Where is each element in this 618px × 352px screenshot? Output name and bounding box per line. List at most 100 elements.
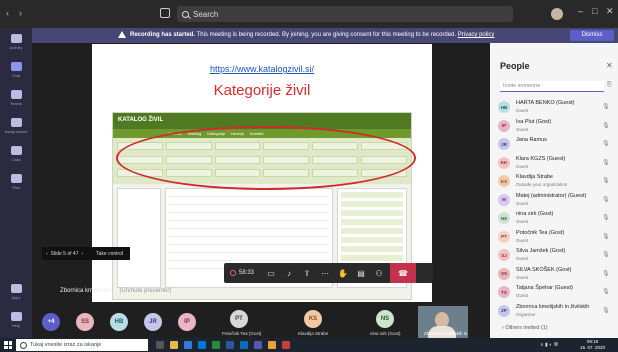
- participant-name: Silva Jamšek (Gost): [516, 248, 566, 254]
- list-item: [169, 245, 329, 253]
- banner-strong: Recording has started.: [130, 32, 196, 38]
- participant-avatar: TS: [498, 286, 510, 298]
- chat-icon[interactable]: ▤: [352, 263, 370, 283]
- privacy-policy-link[interactable]: Privacy policy: [458, 32, 495, 38]
- participant-role: Guest: [516, 108, 529, 113]
- participant-tile-avatar[interactable]: NS: [376, 310, 394, 328]
- close-button[interactable]: ✕: [606, 6, 614, 17]
- hangup-button[interactable]: ☎: [390, 263, 416, 283]
- rail-item-apps[interactable]: Apps: [4, 282, 28, 308]
- website-logo: KATALOG ŽIVIL: [118, 117, 164, 123]
- rail-item-files[interactable]: Files: [4, 172, 28, 198]
- maximize-button[interactable]: □: [592, 6, 597, 16]
- rail-label: Apps: [11, 295, 21, 300]
- mic-muted-icon: 🎙: [602, 122, 610, 129]
- rail-item-activity[interactable]: Activity: [4, 32, 28, 58]
- participant-list-item[interactable]: M Matej (administrator) (Guest) Guest 🎙: [498, 192, 618, 210]
- taskbar-clock[interactable]: 09:18 15. 07. 2020: [580, 339, 605, 351]
- share-icon[interactable]: ⇪: [298, 263, 316, 283]
- banner-text: Recording has started. This meeting is b…: [130, 32, 494, 38]
- others-invited-toggle[interactable]: › Others invited (1): [502, 325, 548, 331]
- prev-slide-button[interactable]: ‹: [46, 251, 48, 257]
- teams-taskbar-icon[interactable]: [254, 341, 262, 349]
- mic-muted-icon: 🎙: [602, 233, 610, 240]
- title-bar: ‹ › Search – □ ✕: [0, 0, 618, 28]
- rail-item-help[interactable]: Help: [4, 310, 28, 336]
- participant-role: Guest: [516, 200, 529, 206]
- forward-icon[interactable]: ›: [19, 8, 22, 18]
- participant-avatar[interactable]: HB: [110, 313, 128, 331]
- participant-list-item[interactable]: PT Potočnik Tea (Gost) Guest 🎙: [498, 229, 618, 247]
- share-invite-icon[interactable]: ⎘: [607, 82, 612, 89]
- more-icon[interactable]: ⋯: [316, 263, 334, 283]
- website-sidebar: [117, 188, 161, 288]
- participant-avatar[interactable]: JR: [144, 313, 162, 331]
- system-tray[interactable]: ∧ ▮ ◐ ⌘: [540, 342, 559, 348]
- taskbar-search[interactable]: Tukaj vnesite izraz za iskanje: [16, 339, 148, 351]
- compose-icon[interactable]: [160, 8, 170, 18]
- word-icon[interactable]: [226, 341, 234, 349]
- participant-list-item[interactable]: ZP Zbornica kmetijskih in živilskih Organi…: [498, 303, 618, 321]
- participant-list-item[interactable]: TS Tatjana Špehar (Guest) Guest 🎙: [498, 284, 618, 302]
- file-explorer-icon[interactable]: [170, 341, 178, 349]
- participant-list-item[interactable]: SS SILVA SKOŠEK (Gost) Guest 🎙: [498, 266, 618, 284]
- close-panel-button[interactable]: ✕: [606, 61, 613, 70]
- call-timer: 58:33: [230, 263, 262, 283]
- minimize-button[interactable]: –: [578, 6, 583, 16]
- list-item: [341, 237, 403, 243]
- participant-list-item[interactable]: IP Iva Plut (Gost) Guest 🎙: [498, 118, 618, 136]
- rail-item-assignments[interactable]: Assignments: [4, 116, 28, 142]
- warning-icon: [118, 31, 126, 38]
- rail-label: Calls: [11, 157, 21, 162]
- participant-list-item[interactable]: KK Klara KGZS (Guest) Guest 🎙: [498, 155, 618, 173]
- task-view-icon[interactable]: [156, 341, 164, 349]
- participant-avatar[interactable]: SS: [76, 313, 94, 331]
- rail-item-calls[interactable]: Calls: [4, 144, 28, 170]
- list-item: [341, 255, 403, 261]
- participant-role: Guest: [516, 126, 529, 132]
- take-control-button[interactable]: Take control: [96, 251, 123, 257]
- participant-list-item[interactable]: SJ Silva Jamšek (Gost) Guest 🎙: [498, 247, 618, 265]
- rail-label: Activity: [9, 45, 23, 50]
- raise-hand-icon[interactable]: ✋: [334, 263, 352, 283]
- participant-role: Guest: [516, 163, 529, 169]
- dismiss-button[interactable]: Dismiss: [570, 30, 614, 41]
- list-item: [341, 210, 403, 216]
- participant-name: Klara KGZS (Guest): [516, 155, 566, 162]
- video-icon[interactable]: ▭: [262, 263, 280, 283]
- pdf-icon[interactable]: [282, 341, 290, 349]
- next-slide-button[interactable]: ›: [81, 251, 83, 257]
- participants-icon[interactable]: ⚇: [370, 263, 388, 283]
- participant-avatar: ZP: [498, 304, 510, 317]
- mic-muted-icon: 🎙: [602, 307, 610, 314]
- back-icon[interactable]: ‹: [6, 8, 9, 18]
- participant-list-item[interactable]: JR Jana Ramus 🎙: [498, 136, 618, 154]
- windows-start-icon[interactable]: [4, 341, 12, 349]
- help-icon: [10, 312, 22, 321]
- participant-tile-avatar[interactable]: KS: [304, 310, 322, 328]
- excel-icon[interactable]: [212, 341, 220, 349]
- chrome-icon[interactable]: [268, 341, 276, 349]
- outlook-icon[interactable]: [240, 341, 248, 349]
- overflow-participants[interactable]: +4: [42, 313, 60, 331]
- list-item: [169, 237, 329, 245]
- participant-list-item[interactable]: HB HARTA BENKO (Guest) Guest 🎙: [498, 99, 618, 117]
- rail-item-teams[interactable]: Teams: [4, 88, 28, 114]
- list-item: [169, 221, 329, 229]
- invite-input[interactable]: Invite someone: [500, 81, 604, 92]
- rail-item-chat[interactable]: Chat: [4, 60, 28, 86]
- user-avatar[interactable]: [551, 8, 563, 20]
- participant-tile-avatar[interactable]: PT: [230, 310, 248, 328]
- edge-icon[interactable]: [184, 341, 192, 349]
- search-input[interactable]: Search: [177, 6, 513, 22]
- people-panel: People ✕ Invite someone ⎘ HB HARTA BENKO …: [490, 43, 618, 338]
- mic-icon[interactable]: ♪: [280, 263, 298, 283]
- rail-label: Assignments: [4, 129, 28, 134]
- store-icon[interactable]: [198, 341, 206, 349]
- participant-list-item[interactable]: KS Klavdija Strabe Outside your organizati…: [498, 173, 618, 191]
- participant-avatar[interactable]: IP: [178, 313, 196, 331]
- list-item: [341, 246, 403, 252]
- list-item: [169, 197, 329, 205]
- participant-list-item[interactable]: NS nina sirk (Gost) Guest 🎙: [498, 210, 618, 228]
- search-icon: [182, 10, 189, 18]
